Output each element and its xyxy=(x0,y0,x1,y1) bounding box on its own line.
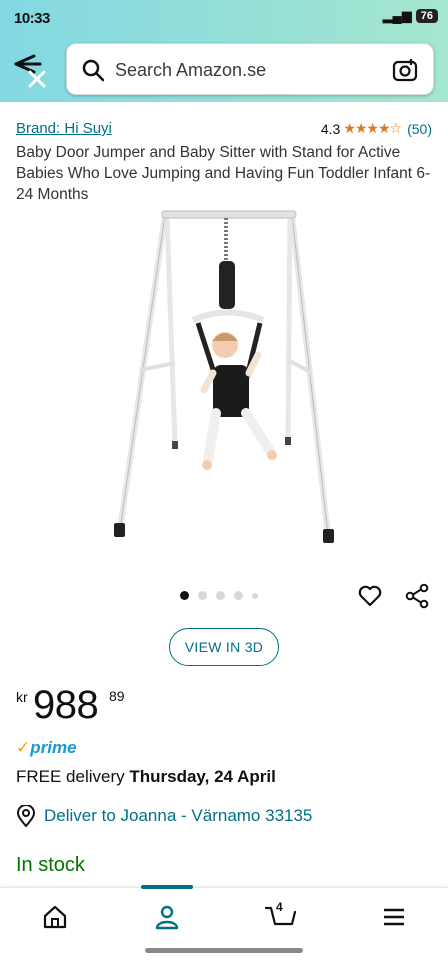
brand-link[interactable]: Brand: Hi Suyi xyxy=(16,120,112,137)
back-button[interactable] xyxy=(10,50,50,94)
rating-summary[interactable]: 4.3 ★★★★☆ (50) xyxy=(321,120,432,137)
nav-cart[interactable]: 4 xyxy=(264,900,297,932)
deliver-to-link[interactable]: Deliver to Joanna - Värnamo 33135 xyxy=(16,805,312,827)
delivery-info: FREE delivery Thursday, 24 April xyxy=(16,767,276,787)
back-arrow-icon xyxy=(14,54,46,88)
header: 10:33 ▂▄▆ 76 xyxy=(0,0,448,102)
status-time: 10:33 xyxy=(14,10,50,27)
share-icon[interactable] xyxy=(404,583,430,609)
rating-count[interactable]: (50) xyxy=(407,121,432,137)
prime-label: prime xyxy=(30,738,77,757)
location-pin-icon xyxy=(16,805,36,827)
nav-account[interactable] xyxy=(152,902,182,932)
signal-icon: ▂▄▆ xyxy=(382,8,412,23)
cart-count: 4 xyxy=(276,900,283,914)
wishlist-heart-icon[interactable] xyxy=(357,583,383,609)
carousel-dot-2[interactable] xyxy=(198,591,207,600)
home-icon xyxy=(43,905,67,929)
price-whole: 988 xyxy=(33,683,99,727)
product-title: Baby Door Jumper and Baby Sitter with St… xyxy=(16,144,431,203)
view-in-3d-button[interactable]: VIEW IN 3D xyxy=(169,628,279,666)
search-input[interactable] xyxy=(115,56,385,84)
image-carousel-dots[interactable] xyxy=(180,591,258,600)
status-bar: 10:33 ▂▄▆ 76 xyxy=(0,0,448,36)
nav-home[interactable] xyxy=(40,902,70,932)
rating-value: 4.3 xyxy=(320,120,341,137)
search-icon xyxy=(82,59,105,82)
product-image[interactable] xyxy=(100,205,350,550)
delivery-date: Thursday, 24 April xyxy=(129,767,276,786)
price-currency: kr xyxy=(16,689,28,705)
brand-rating-row: Brand: Hi Suyi 4.3 ★★★★☆ (50) xyxy=(16,120,432,140)
account-icon xyxy=(155,905,179,930)
system-home-indicator[interactable] xyxy=(145,948,303,953)
search-bar[interactable] xyxy=(66,43,434,95)
nav-menu[interactable] xyxy=(379,902,409,932)
camera-search-icon[interactable] xyxy=(391,56,419,84)
star-rating-icon: ★★★★☆ xyxy=(343,120,402,136)
hamburger-menu-icon xyxy=(384,908,404,926)
stock-status: In stock xyxy=(16,854,85,876)
battery-icon: 76 xyxy=(415,9,438,23)
price-fraction: 89 xyxy=(109,688,125,704)
carousel-dot-5[interactable] xyxy=(252,592,258,599)
prime-badge: ✓prime xyxy=(16,738,77,758)
active-tab-indicator xyxy=(141,885,193,889)
carousel-dot-1[interactable] xyxy=(180,591,189,600)
deliver-to-text[interactable]: Deliver to Joanna - Värnamo 33135 xyxy=(44,806,312,826)
prime-check-icon: ✓ xyxy=(16,738,31,757)
carousel-dot-4[interactable] xyxy=(234,591,243,600)
delivery-text: FREE delivery xyxy=(16,767,125,786)
carousel-dot-3[interactable] xyxy=(216,591,225,600)
status-icons: ▂▄▆ 76 xyxy=(383,8,438,24)
